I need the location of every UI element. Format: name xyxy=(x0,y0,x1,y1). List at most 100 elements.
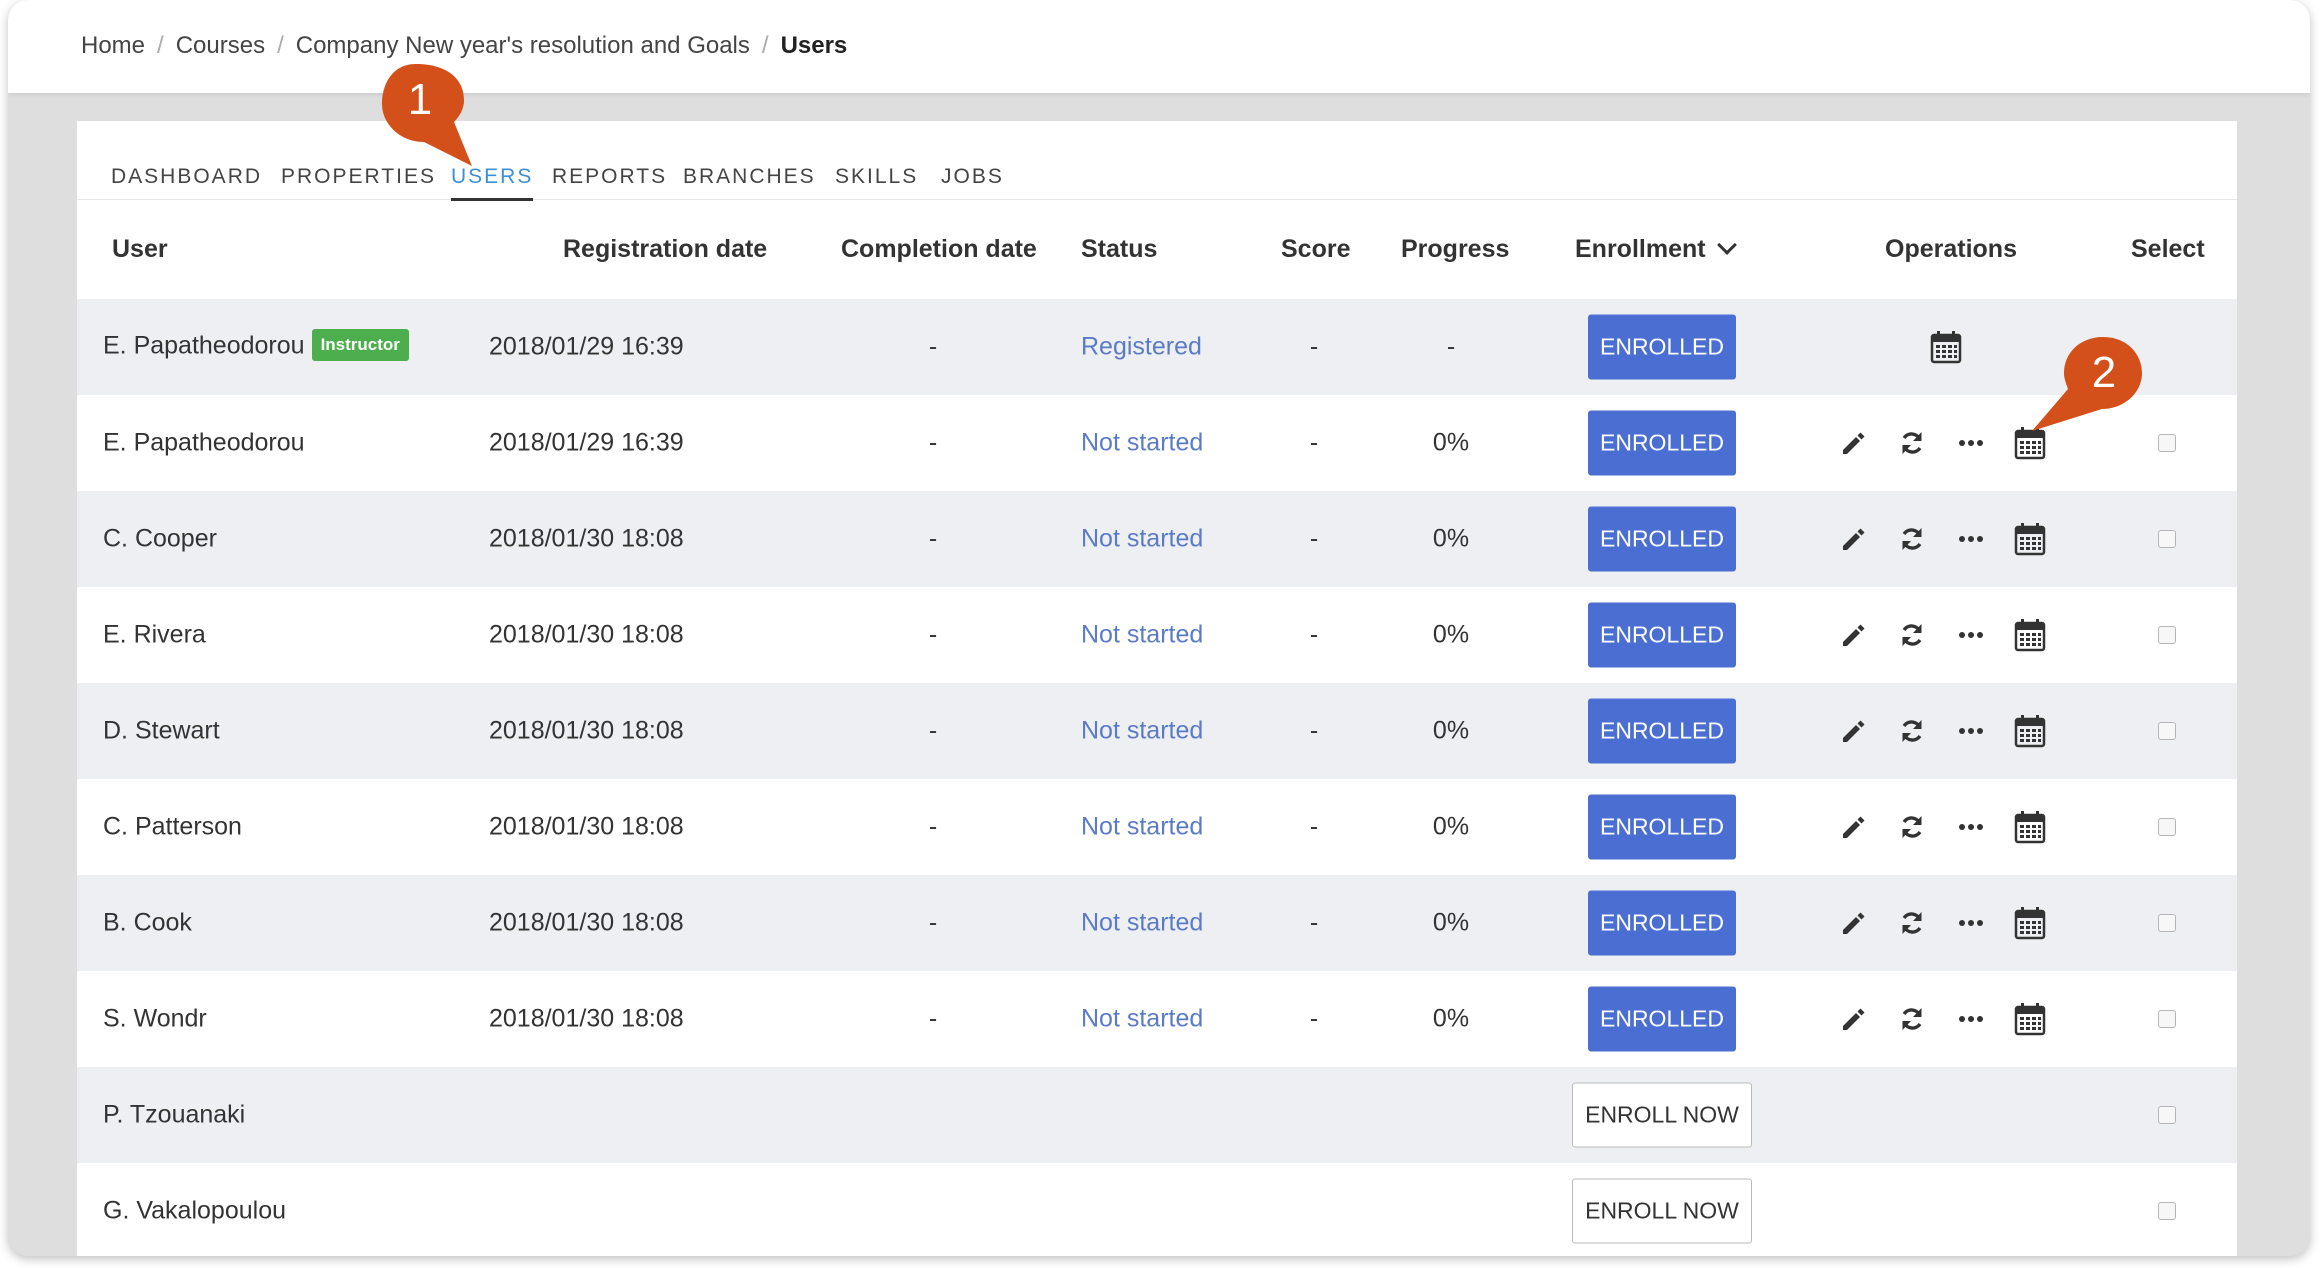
ellipsis-icon[interactable] xyxy=(1954,714,1988,748)
registration-date: 2018/01/30 18:08 xyxy=(489,524,684,553)
registration-date: 2018/01/30 18:08 xyxy=(489,812,684,841)
ellipsis-icon[interactable] xyxy=(1954,1002,1988,1036)
header-completion-date[interactable]: Completion date xyxy=(841,235,1037,264)
calendar-icon[interactable] xyxy=(2013,714,2047,748)
breadcrumb-separator: / xyxy=(277,32,284,59)
refresh-icon[interactable] xyxy=(1895,426,1929,460)
select-checkbox[interactable] xyxy=(2158,1010,2176,1028)
select-checkbox[interactable] xyxy=(2158,530,2176,548)
pencil-icon[interactable] xyxy=(1836,618,1870,652)
ellipsis-icon[interactable] xyxy=(1954,426,1988,460)
user-name[interactable]: D. Stewart xyxy=(103,717,220,745)
select-checkbox[interactable] xyxy=(2158,1106,2176,1124)
enroll-now-button[interactable]: ENROLL NOW xyxy=(1572,1178,1752,1244)
tab-reports[interactable]: REPORTS xyxy=(552,165,667,189)
refresh-icon[interactable] xyxy=(1895,906,1929,940)
user-name[interactable]: S. Wondr xyxy=(103,1005,207,1033)
table-row: E. Papatheodorou Instructor 2018/01/29 16:… xyxy=(77,299,2237,395)
ellipsis-icon[interactable] xyxy=(1954,618,1988,652)
table-row: D. Stewart 2018/01/30 18:08 - Not started - 0… xyxy=(77,683,2237,779)
status-link[interactable]: Registered xyxy=(1081,333,1202,362)
course-users-panel: DASHBOARD PROPERTIES USERS REPORTS BRANC… xyxy=(77,121,2237,1256)
score-value: - xyxy=(1309,908,1319,937)
pencil-icon[interactable] xyxy=(1836,1002,1870,1036)
score-value: - xyxy=(1309,1004,1319,1033)
user-name[interactable]: E. Rivera xyxy=(103,621,206,649)
enrolled-button[interactable]: ENROLLED xyxy=(1588,794,1736,860)
pencil-icon[interactable] xyxy=(1836,810,1870,844)
progress-value: 0% xyxy=(1432,428,1470,457)
pencil-icon[interactable] xyxy=(1836,714,1870,748)
user-name[interactable]: C. Patterson xyxy=(103,813,242,841)
calendar-icon[interactable] xyxy=(2013,906,2047,940)
tab-dashboard[interactable]: DASHBOARD xyxy=(111,165,262,189)
breadcrumb-course[interactable]: Company New year's resolution and Goals xyxy=(296,32,750,60)
user-cell: P. Tzouanaki xyxy=(103,1101,245,1130)
enrolled-button[interactable]: ENROLLED xyxy=(1588,314,1736,380)
refresh-icon[interactable] xyxy=(1895,618,1929,652)
enrolled-button[interactable]: ENROLLED xyxy=(1588,602,1736,668)
select-checkbox[interactable] xyxy=(2158,1202,2176,1220)
ellipsis-icon[interactable] xyxy=(1954,522,1988,556)
header-score[interactable]: Score xyxy=(1281,235,1350,264)
user-cell: E. Papatheodorou xyxy=(103,429,305,458)
status-link[interactable]: Not started xyxy=(1081,909,1203,938)
breadcrumb-home[interactable]: Home xyxy=(81,32,145,60)
ellipsis-icon[interactable] xyxy=(1954,906,1988,940)
status-link[interactable]: Not started xyxy=(1081,429,1203,458)
ellipsis-icon[interactable] xyxy=(1954,810,1988,844)
score-value: - xyxy=(1309,620,1319,649)
callout-1-label: 1 xyxy=(408,75,432,124)
registration-date: 2018/01/29 16:39 xyxy=(489,332,684,361)
enrolled-button[interactable]: ENROLLED xyxy=(1588,986,1736,1052)
user-name[interactable]: P. Tzouanaki xyxy=(103,1101,245,1129)
refresh-icon[interactable] xyxy=(1895,1002,1929,1036)
registration-date: 2018/01/30 18:08 xyxy=(489,1004,684,1033)
tab-skills[interactable]: SKILLS xyxy=(835,165,918,189)
registration-date: 2018/01/30 18:08 xyxy=(489,620,684,649)
enrolled-button[interactable]: ENROLLED xyxy=(1588,698,1736,764)
calendar-icon[interactable] xyxy=(2013,618,2047,652)
select-checkbox[interactable] xyxy=(2158,434,2176,452)
header-progress[interactable]: Progress xyxy=(1401,235,1509,264)
calendar-icon[interactable] xyxy=(2013,522,2047,556)
enrolled-button[interactable]: ENROLLED xyxy=(1588,410,1736,476)
select-checkbox[interactable] xyxy=(2158,722,2176,740)
refresh-icon[interactable] xyxy=(1895,810,1929,844)
tab-branches[interactable]: BRANCHES xyxy=(683,165,816,189)
header-enrollment[interactable]: Enrollment xyxy=(1575,235,1737,264)
status-link[interactable]: Not started xyxy=(1081,525,1203,554)
enrolled-button[interactable]: ENROLLED xyxy=(1588,506,1736,572)
select-checkbox[interactable] xyxy=(2158,914,2176,932)
calendar-icon[interactable] xyxy=(2013,1002,2047,1036)
tab-jobs[interactable]: JOBS xyxy=(941,165,1004,189)
status-link[interactable]: Not started xyxy=(1081,1005,1203,1034)
header-registration-date[interactable]: Registration date xyxy=(563,235,767,264)
status-link[interactable]: Not started xyxy=(1081,813,1203,842)
pencil-icon[interactable] xyxy=(1836,522,1870,556)
completion-date: - xyxy=(928,908,938,937)
breadcrumb-courses[interactable]: Courses xyxy=(176,32,265,60)
user-name[interactable]: B. Cook xyxy=(103,909,192,937)
chevron-down-icon xyxy=(1716,235,1737,255)
header-status[interactable]: Status xyxy=(1081,235,1157,264)
refresh-icon[interactable] xyxy=(1895,522,1929,556)
user-name[interactable]: G. Vakalopoulou xyxy=(103,1197,286,1225)
header-select: Select xyxy=(2131,235,2205,263)
enrolled-button[interactable]: ENROLLED xyxy=(1588,890,1736,956)
select-checkbox[interactable] xyxy=(2158,626,2176,644)
refresh-icon[interactable] xyxy=(1895,714,1929,748)
calendar-icon[interactable] xyxy=(2013,810,2047,844)
select-checkbox[interactable] xyxy=(2158,818,2176,836)
header-user[interactable]: User xyxy=(112,235,168,264)
calendar-icon[interactable] xyxy=(1929,330,1963,364)
user-name[interactable]: C. Cooper xyxy=(103,525,217,553)
user-name[interactable]: E. Papatheodorou xyxy=(103,332,305,360)
pencil-icon[interactable] xyxy=(1836,426,1870,460)
status-link[interactable]: Not started xyxy=(1081,621,1203,650)
status-link[interactable]: Not started xyxy=(1081,717,1203,746)
pencil-icon[interactable] xyxy=(1836,906,1870,940)
user-cell: S. Wondr xyxy=(103,1005,207,1034)
enroll-now-button[interactable]: ENROLL NOW xyxy=(1572,1082,1752,1148)
user-name[interactable]: E. Papatheodorou xyxy=(103,429,305,457)
